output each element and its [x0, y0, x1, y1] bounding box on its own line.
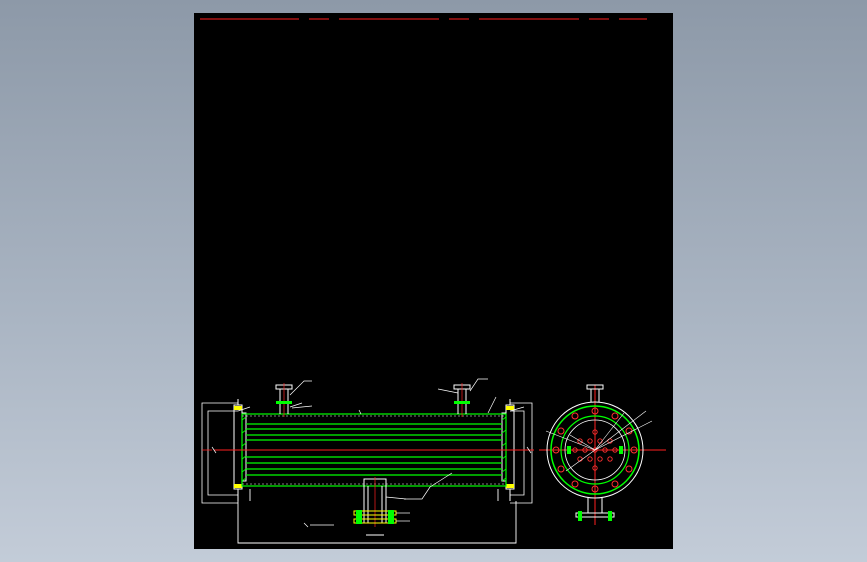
right-bolts — [506, 406, 514, 488]
left-bolts — [234, 406, 242, 488]
top-nozzle-right — [453, 383, 471, 417]
leader-lines — [237, 378, 525, 526]
cad-drawing — [200, 18, 666, 544]
top-nozzle-left — [275, 383, 293, 417]
drawing-sheet — [194, 13, 673, 549]
end-view — [539, 384, 666, 525]
tube-sheet-hatching — [241, 416, 507, 482]
base-outline — [237, 489, 517, 544]
front-view — [201, 378, 534, 544]
bottom-nozzle — [353, 477, 397, 527]
left-dimension-lines — [201, 402, 238, 504]
